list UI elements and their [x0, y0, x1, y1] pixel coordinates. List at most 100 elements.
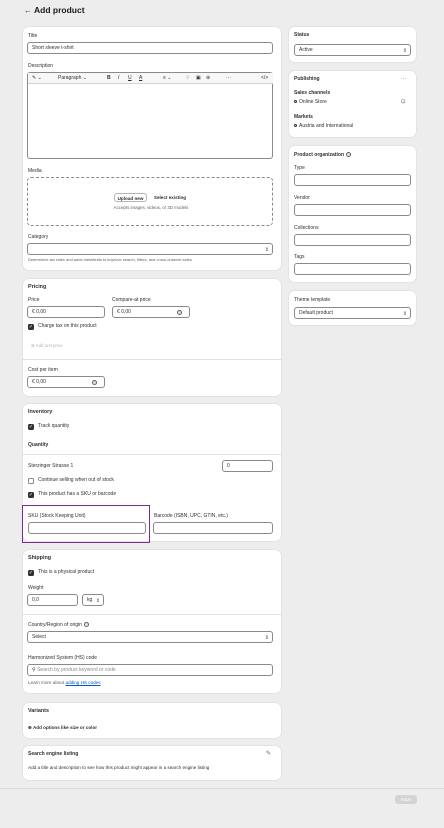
add-options-button[interactable]: ⊕ Add options like size or color — [28, 724, 97, 731]
hs-code-label: Harmonized System (HS) code — [28, 655, 97, 661]
add-unit-price-button[interactable]: ⊕ Add unit price — [31, 343, 63, 349]
seo-card: Search engine listing ✎ Add a title and … — [23, 746, 281, 780]
code-view-icon[interactable]: </> — [261, 73, 268, 84]
underline-icon[interactable]: U — [128, 73, 132, 84]
vendor-input[interactable] — [294, 204, 411, 216]
barcode-label: Barcode (ISBN, UPC, GTIN, etc.) — [154, 513, 228, 519]
inventory-title: Inventory — [28, 409, 53, 415]
chevron-updown-icon: ⇕ — [402, 311, 407, 317]
track-quantity-checkbox[interactable]: ✓ — [28, 424, 34, 430]
publishing-title: Publishing — [294, 76, 320, 82]
collections-input[interactable] — [294, 234, 411, 246]
category-label: Category — [28, 234, 49, 240]
collections-label: Collections — [294, 225, 319, 231]
ai-magic-icon[interactable]: ✎ ⌄ — [32, 73, 42, 84]
help-icon[interactable]: ? — [177, 310, 182, 315]
info-icon[interactable]: ? — [346, 152, 351, 158]
vendor-label: Vendor — [294, 195, 310, 201]
market-dot-icon — [294, 124, 297, 128]
product-organization-card: Product organization? Type Vendor Collec… — [289, 146, 416, 282]
barcode-input[interactable] — [153, 522, 273, 534]
theme-template-select[interactable]: Default product ⇕ — [294, 307, 411, 319]
chevron-updown-icon: ⇕ — [402, 48, 407, 54]
image-icon[interactable]: ▣ — [196, 73, 201, 84]
has-sku-label: This product has a SKU or barcode — [38, 491, 117, 497]
publishing-card: Publishing ··· Sales channels Online Sto… — [289, 71, 416, 137]
link-icon[interactable]: ⚲ — [186, 73, 190, 84]
pricing-title: Pricing — [28, 284, 47, 290]
chevron-updown-icon: ⇕ — [264, 247, 269, 253]
cost-label: Cost per item — [28, 367, 58, 373]
continue-selling-checkbox[interactable] — [28, 478, 34, 484]
learn-hs-codes-link[interactable]: adding HS codes — [66, 680, 101, 685]
markets-value: Austria and International — [294, 123, 353, 129]
cost-input[interactable]: € 0,00? — [27, 376, 105, 388]
text-color-icon[interactable]: A — [139, 73, 142, 84]
type-input[interactable] — [294, 174, 411, 186]
tags-label: Tags — [294, 254, 305, 260]
video-icon[interactable]: ⊛ — [206, 73, 210, 84]
title-input[interactable]: Short sleeve t-shirt — [27, 42, 273, 54]
location-name: Sterzinger Strasse 1 — [28, 463, 74, 469]
bold-icon[interactable]: B — [107, 73, 111, 84]
quantity-input[interactable]: 0 — [222, 460, 273, 472]
pricing-card: Pricing Price € 0,00 Compare-at price € … — [23, 279, 281, 396]
physical-product-label: This is a physical product — [38, 569, 95, 575]
category-help: Determines tax rates and adds metafields… — [28, 257, 192, 262]
sku-input[interactable] — [28, 522, 146, 534]
description-editor[interactable]: ✎ ⌄ Paragraph ⌄ B I U A ≡ ⌄ ⚲ ▣ ⊛ ··· </… — [27, 72, 273, 159]
status-title: Status — [294, 32, 310, 38]
status-card: Status Active ⇕ — [289, 27, 416, 62]
product-organization-title: Product organization? — [294, 152, 351, 158]
charge-tax-checkbox[interactable]: ✓ — [28, 324, 34, 330]
pricing-divider — [23, 359, 281, 360]
hs-code-search-input[interactable]: ⚲ Search by product keyword or code — [27, 664, 273, 676]
sales-channels-label: Sales channels — [294, 90, 331, 96]
quantity-title: Quantity — [28, 442, 49, 448]
shipping-divider — [23, 614, 281, 615]
more-actions-icon[interactable]: ··· — [401, 76, 406, 83]
theme-template-title: Theme template — [294, 297, 331, 303]
media-label: Media — [28, 168, 42, 174]
seo-description: Add a title and description to see how t… — [28, 765, 210, 770]
inventory-card: Inventory ✓ Track quantity Quantity Ster… — [22, 404, 281, 543]
compare-at-label: Compare-at price — [112, 297, 151, 303]
edit-pencil-icon[interactable]: ✎ — [266, 751, 271, 758]
more-icon[interactable]: ··· — [226, 73, 231, 84]
status-select[interactable]: Active ⇕ — [294, 44, 411, 56]
italic-icon[interactable]: I — [118, 73, 119, 84]
channel-dot-icon — [294, 100, 297, 104]
editor-toolbar: ✎ ⌄ Paragraph ⌄ B I U A ≡ ⌄ ⚲ ▣ ⊛ ··· </… — [28, 73, 273, 84]
weight-input[interactable]: 0,0 — [27, 594, 78, 606]
title-description-card: Title Short sleeve t-shirt Description ✎… — [23, 27, 281, 270]
page-title: Add product — [34, 5, 85, 15]
help-icon[interactable]: ? — [83, 622, 89, 628]
price-label: Price — [28, 297, 40, 303]
variants-title: Variants — [28, 708, 49, 714]
plus-circle-icon: ⊕ — [28, 725, 32, 730]
has-sku-checkbox[interactable]: ✓ — [28, 492, 34, 498]
media-dropzone[interactable]: Upload new Select existing Accepts image… — [27, 177, 273, 226]
upload-new-button[interactable]: Upload new — [114, 193, 147, 202]
sku-label: SKU (Stock Keeping Unit) — [28, 513, 86, 519]
quantity-divider — [23, 454, 281, 455]
category-select[interactable]: ⇕ — [27, 243, 273, 255]
country-select[interactable]: Select ⇕ — [27, 631, 273, 643]
physical-product-checkbox[interactable]: ✓ — [28, 570, 34, 576]
calendar-schedule-icon[interactable]: ⊡ — [401, 99, 406, 106]
align-icon[interactable]: ≡ ⌄ — [163, 73, 172, 84]
title-label: Title — [28, 33, 38, 39]
back-arrow-icon[interactable]: ← — [24, 6, 32, 16]
paragraph-select[interactable]: Paragraph ⌄ — [58, 73, 87, 84]
track-quantity-label: Track quantity — [38, 423, 70, 429]
shipping-title: Shipping — [28, 555, 52, 561]
theme-template-card: Theme template Default product ⇕ — [289, 291, 416, 325]
save-button[interactable]: Save — [395, 795, 417, 804]
compare-at-input[interactable]: € 0,00? — [112, 306, 190, 318]
help-icon[interactable]: ? — [92, 380, 97, 385]
select-existing-button[interactable]: Select existing — [151, 193, 189, 202]
weight-unit-select[interactable]: kg ⇕ — [82, 594, 104, 606]
tags-input[interactable] — [294, 263, 411, 275]
price-input[interactable]: € 0,00 — [27, 306, 105, 318]
seo-title: Search engine listing — [28, 751, 79, 757]
